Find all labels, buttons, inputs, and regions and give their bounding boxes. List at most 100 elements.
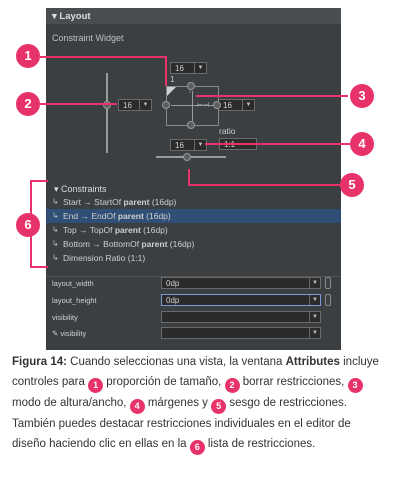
constraint-pre: Start → StartOf [63,197,124,207]
height-mode-line [192,91,193,121]
callout-badge-6: 6 [16,213,40,237]
caption-text-6: márgenes y [144,397,212,409]
callout-3-leader [196,95,348,97]
attr-label-tools-visibility: ✎ visibility [52,329,87,338]
ratio-corner-label: 1 [170,75,175,84]
constraints-section-header[interactable]: ▾ Constraints [54,184,107,195]
constraint-item-bottom[interactable]: ↳ Bottom → BottomOf parent (16dp) [46,237,341,251]
constraint-pre: End → EndOf [63,211,118,221]
layout-height-resource-button[interactable] [325,294,331,306]
bottom-margin-dropdown[interactable]: 16 ▼ [170,139,207,151]
constraint-icon: ↳ [52,211,59,220]
callout-2-leader [40,103,117,105]
vertical-bias-track [106,73,108,153]
figure-label: Figura 14: [12,356,67,368]
attr-label-visibility: visibility [52,313,78,322]
caption-attributes: Attributes [285,356,340,368]
callout-badge-4: 4 [350,132,374,156]
ratio-label: ratio [219,126,236,136]
callout-5-leader-vertical [188,169,190,185]
caption-badge-3: 3 [347,378,363,393]
caption-text-5: modo de altura/ancho, [12,397,130,409]
horizontal-bias-handle[interactable] [183,153,191,161]
caption-badge-6: 6 [189,440,205,455]
constraint-pre: Top → TopOf [63,225,115,235]
visibility-field[interactable]: ▼ [161,311,321,323]
callout-5-leader [188,184,340,186]
aspect-ratio-toggle-icon[interactable] [167,87,176,96]
constraint-pre: Bottom → BottomOf [63,239,142,249]
layout-width-field[interactable]: 0dp ▼ [161,277,321,289]
bottom-margin-value: 16 [175,141,184,150]
top-margin-value: 16 [175,64,184,73]
constraint-text: Top → TopOf parent (16dp) [63,223,168,237]
constraint-text: Bottom → BottomOf parent (16dp) [63,237,194,251]
constraint-icon: ↳ [52,197,59,206]
figure-caption: Figura 14: Cuando seleccionas una vista,… [12,352,384,455]
bottom-constraint-handle[interactable] [187,121,195,129]
chevron-down-icon: ▼ [309,278,320,288]
callout-badge-3: 3 [350,84,374,108]
tools-visibility-field[interactable]: ▼ [161,327,321,339]
chevron-down-icon: ▼ [194,140,206,150]
callout-6-bracket-top [30,180,48,182]
callout-badge-5: 5 [340,173,364,197]
constraint-post: (16dp) [140,225,168,235]
callout-4-leader [205,143,351,145]
callout-1-leader-vertical [165,56,167,86]
constraint-post: (1:1) [127,253,146,263]
constraint-pre: Dimension Ratio [63,253,128,263]
constraint-post: (16dp) [149,197,177,207]
constraint-item-end[interactable]: ↳ End → EndOf parent (16dp) [46,209,341,223]
constraint-icon: ↳ [52,225,59,234]
left-constraint-handle[interactable] [162,101,170,109]
chevron-down-icon: ▼ [139,100,151,110]
constraint-text: Start → StartOf parent (16dp) [63,195,176,209]
layout-height-value: 0dp [166,296,180,305]
top-constraint-handle[interactable] [187,82,195,90]
layout-height-field[interactable]: 0dp ▼ [161,294,321,306]
attr-label-layout-width: layout_width [52,279,94,288]
left-margin-dropdown[interactable]: 16 ▼ [118,99,152,111]
top-margin-dropdown[interactable]: 16 ▼ [170,62,207,74]
constraint-target: parent [114,225,141,235]
caption-text-1: Cuando seleccionas una vista, la ventana [66,356,286,368]
constraint-item-top[interactable]: ↳ Top → TopOf parent (16dp) [46,223,341,237]
constraint-text: Dimension Ratio (1:1) [63,251,145,265]
view-box: ⊤ ⊢⊣ [166,86,219,126]
constraint-post: (16dp) [167,239,195,249]
right-constraint-handle[interactable] [213,101,221,109]
constraint-target: parent [117,211,144,221]
attr-label-layout-height: layout_height [52,296,97,305]
right-margin-value: 16 [223,101,232,110]
constraint-widget-title: Constraint Widget [52,33,124,43]
callout-1-leader [40,56,166,58]
chevron-down-icon: ▼ [194,63,206,73]
caption-text-4: borrar restricciones, [239,376,348,388]
layout-section-header[interactable]: ▾ Layout [46,8,341,24]
chevron-down-icon: ▼ [309,295,320,305]
caption-badge-1: 1 [88,378,104,393]
caption-text-3: proporción de tamaño, [103,376,225,388]
layout-width-value: 0dp [166,279,180,288]
left-margin-value: 16 [123,101,132,110]
right-margin-dropdown[interactable]: 16 ▼ [218,99,255,111]
chevron-down-icon: ▼ [309,328,320,338]
layout-width-resource-button[interactable] [325,277,331,289]
constraint-item-start[interactable]: ↳ Start → StartOf parent (16dp) [46,195,341,209]
constraint-target: parent [141,239,168,249]
constraint-icon: ↳ [52,253,59,262]
caption-badge-5: 5 [211,399,227,414]
horizontal-bias-track [156,156,226,158]
attributes-panel: ▾ Layout Constraint Widget 16 ▼ 16 ▼ 16 … [46,8,341,350]
constraint-item-ratio[interactable]: ↳ Dimension Ratio (1:1) [46,251,341,265]
width-mode-icon[interactable]: ⊢⊣ [197,101,209,109]
constraint-icon: ↳ [52,239,59,248]
constraint-post: (16dp) [143,211,171,221]
caption-text-8: lista de restricciones. [204,438,316,450]
chevron-down-icon: ▼ [309,312,320,322]
caption-badge-2: 2 [224,378,240,393]
callout-6-bracket-bottom [30,266,48,268]
layout-section-title: ▾ Layout [52,11,91,22]
constraint-target: parent [123,197,150,207]
